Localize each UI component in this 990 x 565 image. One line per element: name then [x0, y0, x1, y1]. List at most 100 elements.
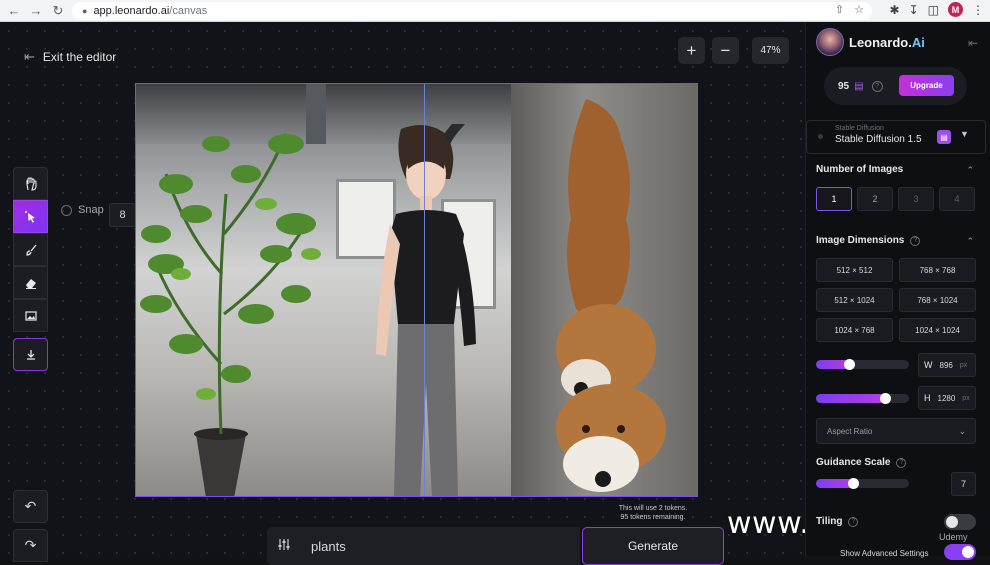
token-info-line2: 95 tokens remaining. [620, 514, 686, 521]
image-icon [24, 310, 37, 321]
dimension-option[interactable]: 1024 × 768 [816, 318, 893, 342]
extensions-icon[interactable]: ✱ [890, 3, 900, 17]
download-button[interactable] [13, 338, 48, 371]
snap-toggle[interactable]: Snap [61, 204, 104, 216]
help-icon[interactable]: ? [871, 80, 883, 92]
zoom-level[interactable]: 47% [752, 37, 789, 64]
model-selector[interactable]: Stable Diffusion Stable Diffusion 1.5 ▤ … [806, 120, 986, 154]
image-tool-button[interactable] [13, 299, 48, 332]
help-icon[interactable]: ? [910, 235, 921, 246]
width-unit: px [959, 361, 968, 369]
advanced-toggle-knob [962, 546, 974, 558]
num-images-option[interactable]: 2 [857, 187, 893, 211]
eraser-icon [25, 278, 36, 289]
aspect-ratio-select[interactable]: Aspect Ratio ⌄ [816, 418, 976, 444]
canvas-image[interactable] [135, 83, 698, 497]
reload-icon[interactable]: ↻ [50, 3, 66, 19]
num-images-option[interactable]: 4 [939, 187, 975, 211]
height-label: H [924, 393, 931, 403]
height-input[interactable]: H 1280 px [918, 386, 976, 410]
height-slider-knob[interactable] [879, 393, 891, 404]
collapse-panel-icon[interactable]: ⇤ [968, 36, 978, 50]
height-value: 1280 [937, 393, 956, 403]
brand-name-main: Leonardo. [849, 34, 912, 50]
udemy-watermark: Udemy [939, 532, 968, 542]
zoom-in-button[interactable]: + [678, 37, 705, 64]
dog-illustration [556, 99, 666, 492]
prompt-bar: plants [267, 527, 580, 565]
dimension-option[interactable]: 768 × 768 [899, 258, 976, 282]
brand: Leonardo.Ai [816, 28, 925, 56]
redo-button[interactable]: ↷ [13, 529, 48, 562]
height-slider-fill [816, 394, 885, 403]
chevron-up-icon[interactable]: ⌃ [966, 165, 974, 176]
token-count: 95 [838, 80, 850, 92]
snap-label: Snap [78, 204, 104, 216]
guidance-slider[interactable] [816, 478, 909, 489]
snap-radio[interactable] [61, 204, 72, 216]
exit-editor-button[interactable]: ⇤ Exit the editor [24, 49, 116, 65]
help-icon[interactable]: ? [848, 516, 859, 527]
width-label: W [924, 360, 933, 370]
sidepanel-icon[interactable]: ◫ [928, 3, 939, 17]
width-slider[interactable] [816, 359, 909, 370]
back-icon[interactable]: ← [6, 3, 22, 19]
height-slider[interactable] [816, 393, 909, 404]
dimension-option[interactable]: 768 × 1024 [899, 288, 976, 312]
dimension-option[interactable]: 512 × 1024 [816, 288, 893, 312]
sliders-icon[interactable] [277, 538, 291, 554]
tiling-toggle[interactable] [944, 514, 976, 530]
token-icon: ▤ [854, 80, 864, 92]
brush-icon [25, 244, 36, 256]
aspect-ratio-label: Aspect Ratio [827, 426, 873, 436]
dimensions-title: Image Dimensions ? [816, 235, 921, 246]
help-icon[interactable]: ? [896, 457, 907, 468]
num-images-title: Number of Images [816, 164, 903, 175]
advanced-settings-toggle[interactable] [944, 544, 976, 560]
bookmark-star-icon[interactable]: ☆ [854, 3, 864, 16]
eraser-tool-button[interactable] [13, 266, 48, 299]
token-info: This will use 2 tokens. 95 tokens remain… [600, 504, 706, 522]
settings-panel: Leonardo.Ai ⇤ 95 ▤ ? Upgrade Stable Diff… [805, 22, 990, 560]
address-bar[interactable]: ● app.leonardo.ai/canvas ⇧ ☆ [72, 2, 872, 20]
zoom-out-button[interactable]: − [712, 37, 739, 64]
exit-editor-label: Exit the editor [42, 50, 117, 64]
num-images-option[interactable]: 3 [898, 187, 934, 211]
share-icon[interactable]: ⇧ [835, 3, 844, 16]
select-tool-button[interactable] [13, 200, 48, 233]
token-info-line1: This will use 2 tokens. [618, 505, 688, 512]
seam-guide-line [424, 84, 425, 496]
forward-icon[interactable]: → [28, 3, 44, 19]
pan-tool-button[interactable] [13, 167, 48, 200]
dimension-option[interactable]: 512 × 512 [816, 258, 893, 282]
chevron-up-icon[interactable]: ⌃ [966, 236, 974, 247]
dimensions-label: Image Dimensions [816, 235, 905, 246]
url-path: /canvas [169, 5, 208, 17]
chevron-down-icon: ▼ [960, 129, 969, 139]
guidance-label: Guidance Scale [816, 457, 891, 468]
dimension-option[interactable]: 1024 × 1024 [899, 318, 976, 342]
tiling-title: Tiling ? [816, 516, 859, 527]
width-slider-knob[interactable] [844, 359, 856, 370]
guidance-value-input[interactable]: 7 [951, 472, 976, 496]
generate-button[interactable]: Generate [582, 527, 724, 565]
profile-avatar[interactable]: M [948, 2, 963, 17]
upgrade-button[interactable]: Upgrade [899, 75, 954, 96]
brush-tool-button[interactable] [13, 233, 48, 266]
brand-name-suffix: Ai [911, 34, 925, 50]
snap-value-input[interactable]: 8 [109, 203, 136, 227]
num-images-option[interactable]: 1 [816, 187, 852, 211]
menu-kebab-icon[interactable]: ⋮ [972, 3, 984, 17]
model-badge-icon: ▤ [937, 130, 951, 144]
guidance-slider-knob[interactable] [848, 478, 860, 489]
download-icon [26, 349, 35, 360]
brand-name: Leonardo.Ai [849, 35, 925, 50]
downloads-icon[interactable]: ↧ [909, 3, 919, 17]
canvas-area[interactable]: ⇤ Exit the editor + − 47% Snap 8 ↶ ↷ Thi… [0, 22, 968, 565]
browser-chrome: ← → ↻ ● app.leonardo.ai/canvas ⇧ ☆ ✱ ↧ ◫… [0, 0, 990, 22]
tiling-label: Tiling [816, 516, 843, 527]
prompt-input[interactable]: plants [311, 539, 346, 554]
undo-button[interactable]: ↶ [13, 490, 48, 523]
width-input[interactable]: W 896 px [918, 353, 976, 377]
exit-arrow-icon: ⇤ [24, 49, 35, 64]
